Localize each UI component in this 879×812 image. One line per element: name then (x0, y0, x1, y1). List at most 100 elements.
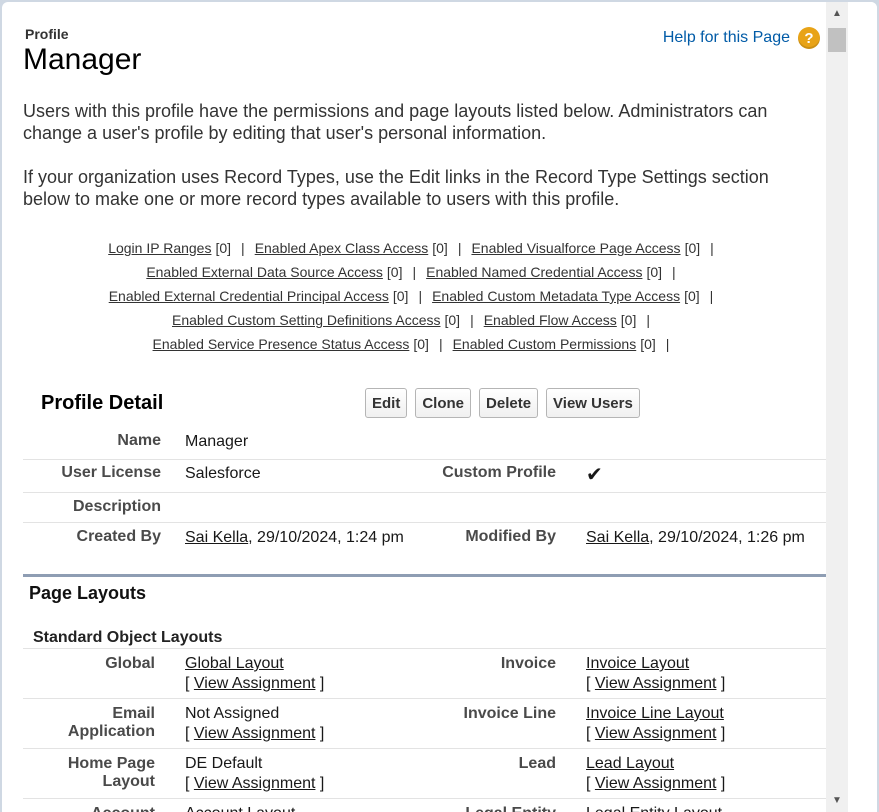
bracket: [ (586, 675, 595, 692)
layout-value-cell: Not Assigned [ View Assignment ] (155, 699, 418, 749)
link-separator: | (241, 240, 245, 256)
layout-link[interactable]: Lead Layout (586, 755, 674, 772)
name-label: Name (117, 432, 161, 449)
related-link[interactable]: Enabled External Credential Principal Ac… (109, 288, 389, 304)
created-by-value: Sai Kella, 29/10/2024, 1:24 pm (161, 522, 418, 554)
related-link-count: [0] (646, 264, 663, 280)
modified-by-value: Sai Kella, 29/10/2024, 1:26 pm (556, 522, 828, 554)
bracket: ] (716, 775, 726, 792)
view-assignment-link[interactable]: View Assignment (595, 775, 717, 792)
link-separator: | (665, 336, 670, 352)
related-link-count: [0] (386, 264, 403, 280)
link-separator: | (418, 288, 423, 304)
layouts-table: Global Global Layout[ View Assignment ] In… (23, 648, 828, 812)
detail-row-name: Name Manager (23, 427, 828, 459)
layout-link[interactable]: Global Layout (185, 655, 284, 672)
detail-buttons: Edit Clone Delete View Users (365, 388, 640, 418)
related-link-count: [0] (684, 288, 700, 304)
intro-paragraph-1: Users with this profile have the permiss… (23, 101, 768, 143)
layout-link[interactable]: Legal Entity Layout (586, 805, 722, 812)
profile-detail-table: Name Manager User License Salesforce Cus… (23, 427, 828, 554)
bracket: ] (315, 675, 325, 692)
related-link[interactable]: Enabled Flow Access (484, 312, 617, 328)
layout-row: AccountAccount Layout[ View Assignment ]… (23, 798, 828, 812)
related-links-row: Enabled Service Presence Status Access [0… (24, 332, 808, 356)
bracket: ] (716, 725, 726, 742)
related-link-count: [0] (413, 336, 429, 352)
scroll-up-arrow-icon[interactable]: ▲ (826, 8, 848, 19)
section-divider (23, 574, 828, 577)
help-icon[interactable]: ? (798, 27, 820, 49)
related-links-row: Enabled External Credential Principal Ac… (24, 284, 808, 308)
custom-profile-value: ✔ (556, 459, 828, 492)
link-separator: | (646, 312, 650, 328)
help-link[interactable]: Help for this Page (663, 29, 790, 47)
bracket: [ (185, 725, 194, 742)
clone-button[interactable]: Clone (415, 388, 472, 418)
layout-value-cell: Invoice Layout [ View Assignment ] (556, 649, 828, 699)
related-link[interactable]: Enabled Visualforce Page Access (471, 240, 680, 256)
modified-by-user-link[interactable]: Sai Kella (586, 529, 649, 546)
right-gutter (848, 2, 877, 812)
layout-object-label: Account (23, 799, 155, 812)
view-assignment-link[interactable]: View Assignment (194, 675, 316, 692)
layout-value: Not Assigned (185, 705, 280, 722)
scroll-down-arrow-icon[interactable]: ▼ (826, 795, 848, 806)
layout-value-cell: Legal Entity Layout[ View Assignment ] (556, 799, 828, 812)
related-link[interactable]: Enabled Custom Setting Definitions Acces… (172, 312, 440, 328)
profile-detail-header: Profile Detail Edit Clone Delete View Us… (23, 380, 828, 426)
related-links-row: Enabled External Data Source Access [0] | E… (24, 260, 808, 284)
view-assignment-link[interactable]: View Assignment (595, 675, 717, 692)
link-separator: | (710, 240, 714, 256)
link-separator: | (457, 240, 462, 256)
detail-row-description: Description (23, 492, 828, 522)
related-link[interactable]: Enabled Custom Metadata Type Access (432, 288, 680, 304)
layout-object-label: Global (105, 655, 155, 672)
layout-object-label: Home Page Layout (67, 755, 155, 790)
page-eyebrow: Profile (25, 26, 69, 42)
related-link-count: [0] (684, 240, 701, 256)
layout-link[interactable]: Invoice Layout (586, 655, 689, 672)
custom-profile-label: Custom Profile (442, 463, 556, 481)
bracket: ] (315, 725, 325, 742)
related-link[interactable]: Login IP Ranges (108, 240, 211, 256)
related-link[interactable]: Enabled Service Presence Status Access (153, 336, 410, 352)
layout-link[interactable]: Account Layout (185, 805, 295, 812)
related-link[interactable]: Enabled External Data Source Access (146, 264, 383, 280)
related-link[interactable]: Enabled Named Credential Access (426, 264, 642, 280)
link-separator: | (470, 312, 474, 328)
profile-detail-title: Profile Detail (41, 392, 164, 414)
related-link-count: [0] (432, 240, 448, 256)
edit-button[interactable]: Edit (365, 388, 408, 418)
view-assignment-link[interactable]: View Assignment (595, 725, 717, 742)
detail-row-created: Created By Sai Kella, 29/10/2024, 1:24 p… (23, 522, 828, 554)
related-link-count: [0] (640, 336, 656, 352)
link-separator: | (438, 336, 443, 352)
created-by-user-link[interactable]: Sai Kella (185, 529, 248, 546)
layout-value-cell: Global Layout [ View Assignment ] (155, 649, 418, 699)
delete-button[interactable]: Delete (479, 388, 539, 418)
vertical-scrollbar[interactable]: ▲ ▼ (826, 2, 848, 812)
related-link[interactable]: Enabled Custom Permissions (453, 336, 637, 352)
related-link[interactable]: Enabled Apex Class Access (255, 240, 429, 256)
layout-object-label: Lead (518, 755, 556, 772)
bracket: ] (315, 775, 325, 792)
bracket: [ (185, 675, 194, 692)
scrollbar-thumb[interactable] (828, 28, 846, 52)
created-by-date: , 29/10/2024, 1:24 pm (248, 528, 404, 546)
view-assignment-link[interactable]: View Assignment (194, 725, 316, 742)
user-license-value: Salesforce (185, 464, 261, 482)
modified-by-label: Modified By (465, 527, 556, 545)
related-link-count: [0] (444, 312, 461, 328)
layout-link[interactable]: Invoice Line Layout (586, 705, 724, 722)
link-separator: | (709, 288, 714, 304)
related-links-row: Login IP Ranges [0] | Enabled Apex Class Ac… (24, 236, 808, 260)
layout-row: Email Application Not Assigned [ View Assi… (23, 698, 828, 749)
bracket: ] (716, 675, 726, 692)
related-link-count: [0] (215, 240, 232, 256)
detail-row-license: User License Salesforce Custom Profile ✔ (23, 459, 828, 492)
layout-value: DE Default (185, 755, 263, 772)
view-assignment-link[interactable]: View Assignment (194, 775, 316, 792)
view-users-button[interactable]: View Users (546, 388, 640, 418)
layout-value-cell: Lead Layout [ View Assignment ] (556, 749, 828, 799)
